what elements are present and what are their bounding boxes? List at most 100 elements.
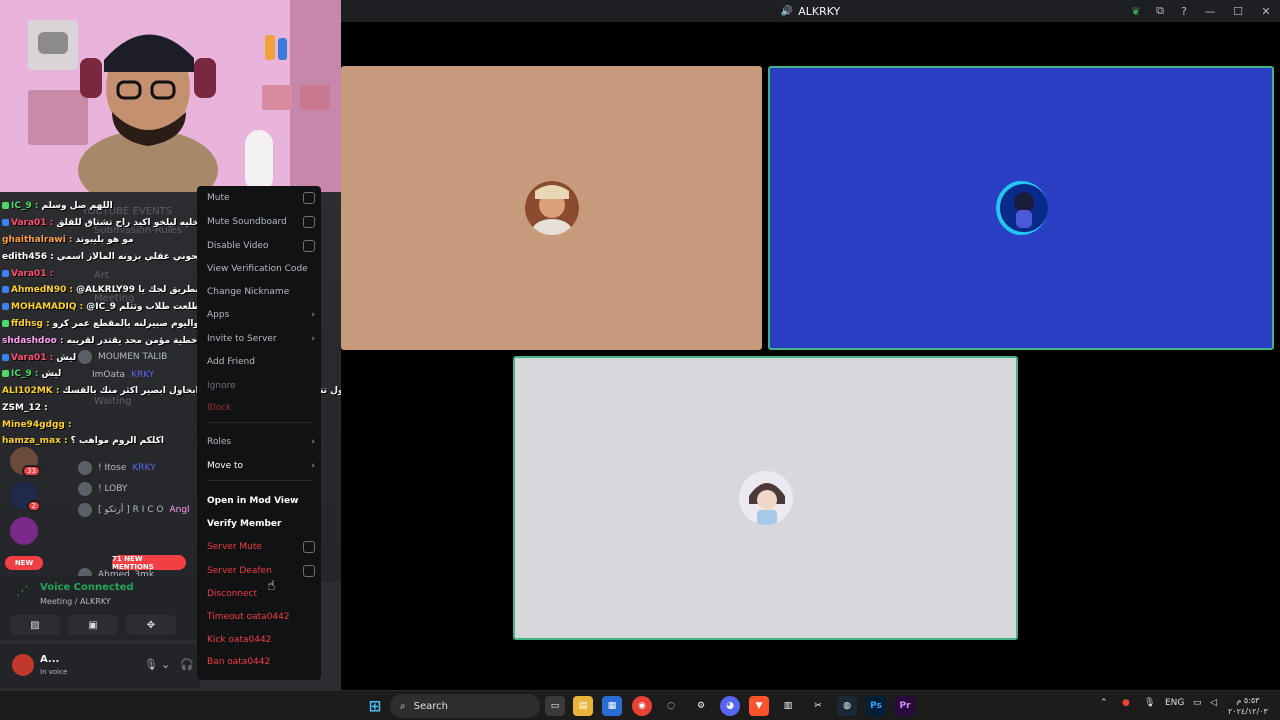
tray-chevron-up-icon[interactable]: ⌃: [1100, 698, 1108, 708]
menu-item-add-friend[interactable]: Add Friend: [207, 352, 315, 372]
tray-app-icon[interactable]: ●: [1122, 698, 1130, 708]
server-icon[interactable]: 33: [10, 447, 41, 477]
menu-item-server-mute[interactable]: Server Mute: [207, 537, 315, 557]
brave-icon[interactable]: ▼: [749, 696, 769, 716]
chat-line: ZSM_12 :: [2, 403, 48, 413]
menu-item-roles[interactable]: Roles ›: [207, 432, 315, 452]
participant-avatar: [738, 471, 793, 525]
github-icon[interactable]: ◌: [661, 696, 681, 716]
volume-icon[interactable]: ◁: [1210, 698, 1217, 708]
close-button[interactable]: ✕: [1252, 0, 1280, 22]
chat-line: Mine94gdgg :: [2, 420, 72, 430]
chat-line: shdashdoo : خطية مؤمن محد يقتدر لقريبه: [2, 336, 198, 346]
signal-icon[interactable]: ⋰: [16, 584, 29, 599]
voice-member[interactable]: ! LOBY: [78, 482, 127, 496]
channel-waiting[interactable]: Waiting: [94, 396, 132, 407]
taskbar-clock[interactable]: ٥:٥٣ م ٢٠٢٤/١٢/٠٣: [1228, 695, 1268, 717]
windows-start-icon[interactable]: ⊞: [365, 696, 385, 716]
voice-member[interactable]: ! Itose KRKY: [78, 461, 156, 475]
taskbar-search[interactable]: ⌕ Search: [390, 694, 540, 718]
mention-badge: 33: [22, 465, 41, 477]
language-indicator[interactable]: ENG: [1165, 698, 1184, 708]
chrome-icon[interactable]: ◉: [632, 696, 652, 716]
menu-divider: [207, 480, 311, 481]
new-pill[interactable]: NEW: [5, 556, 43, 570]
menu-item-ignore[interactable]: Ignore: [207, 376, 315, 396]
voice-member[interactable]: MOUMEN TALIB: [78, 350, 167, 364]
avatar: [78, 350, 92, 364]
menu-item-verify-member[interactable]: Verify Member: [207, 514, 315, 534]
chat-line: MOHAMADIQ : @IC_9 احا!! طلعت طلاب وتتلم: [2, 302, 224, 312]
screen-share-icon: ▣: [88, 619, 98, 631]
camera-off-button[interactable]: ▨: [10, 615, 60, 635]
voice-stage: [341, 22, 1280, 690]
activities-button[interactable]: ✥: [126, 615, 176, 635]
photoshop-icon[interactable]: Ps: [866, 696, 886, 716]
menu-item-disconnect[interactable]: Disconnect: [207, 584, 315, 604]
menu-item-server-deafen[interactable]: Server Deafen: [207, 561, 315, 581]
tray-microphone-icon[interactable]: 🎙: [1144, 698, 1155, 708]
screen-share-button[interactable]: ▣: [68, 615, 118, 635]
menu-item-change-nickname[interactable]: Change Nickname: [207, 282, 315, 302]
menu-item-timeout[interactable]: Timeout oata0442: [207, 607, 315, 627]
participant-tile-speaking[interactable]: [768, 66, 1274, 350]
user-avatar[interactable]: [12, 654, 34, 676]
menu-item-disable-video[interactable]: Disable Video: [207, 236, 315, 256]
menu-item-mute-soundboard[interactable]: Mute Soundboard: [207, 212, 315, 232]
menu-item-block[interactable]: Block: [207, 398, 315, 418]
user-panel: A... In voice 🎙 ⌄ 🎧: [0, 644, 200, 688]
headphones-icon[interactable]: 🎧: [180, 658, 194, 671]
file-explorer-icon[interactable]: ▤: [573, 696, 593, 716]
chat-line: ffdhsg : واليوم صبيرلنه بالمقطع عمر كرو: [2, 319, 199, 329]
network-icon[interactable]: ▭: [1193, 698, 1202, 708]
menu-item-view-verification-code[interactable]: View Verification Code: [207, 259, 315, 279]
voice-member[interactable]: [ أرتكو ] R I C O Angl: [78, 503, 190, 517]
chevron-right-icon: ›: [311, 334, 315, 344]
menu-item-open-in-mod-view[interactable]: Open in Mod View: [207, 491, 315, 511]
user-status: In voice: [40, 668, 68, 676]
help-icon[interactable]: ?: [1172, 0, 1196, 22]
minimize-button[interactable]: —: [1196, 0, 1224, 22]
screen: YOUTUBE EVENTS Submission-Rules Art Meet…: [0, 0, 1280, 720]
checkbox[interactable]: [303, 240, 315, 252]
maximize-button[interactable]: ☐: [1224, 0, 1252, 22]
server-icon[interactable]: 2: [10, 482, 41, 512]
username[interactable]: A...: [40, 654, 59, 665]
premiere-icon[interactable]: Pr: [895, 696, 915, 716]
avatar: [78, 482, 92, 496]
checkbox[interactable]: [303, 541, 315, 553]
menu-item-move-to[interactable]: Move to ›: [207, 456, 315, 476]
store-icon[interactable]: ▦: [602, 696, 622, 716]
discord-icon[interactable]: ◕: [720, 696, 740, 716]
task-view-icon[interactable]: ▭: [545, 696, 565, 716]
voice-member[interactable]: ImOata KRKY: [92, 370, 154, 380]
steam-icon[interactable]: ◍: [837, 696, 857, 716]
new-mentions-pill[interactable]: 71 NEW MENTIONS: [112, 555, 186, 571]
menu-item-kick[interactable]: Kick oata0442: [207, 630, 315, 650]
menu-item-invite-to-server[interactable]: Invite to Server ›: [207, 329, 315, 349]
checkbox[interactable]: [303, 192, 315, 204]
notepad-icon[interactable]: ▥: [778, 696, 798, 716]
menu-item-mute[interactable]: Mute: [207, 188, 315, 208]
chevron-right-icon: ›: [311, 461, 315, 471]
checkbox[interactable]: [303, 216, 315, 228]
server-icon[interactable]: [10, 517, 38, 545]
activities-icon: ✥: [146, 619, 156, 631]
participant-tile-speaking[interactable]: [513, 356, 1018, 640]
steam-helper-icon[interactable]: ⚙: [691, 696, 711, 716]
capcut-icon[interactable]: ✂: [808, 696, 828, 716]
voice-location[interactable]: Meeting / ALKRKY: [40, 597, 111, 606]
chat-line: Vara01 : ليش: [2, 353, 76, 363]
checkbox[interactable]: [303, 565, 315, 577]
nitro-leaf-icon[interactable]: ❦: [1124, 0, 1148, 22]
popout-icon[interactable]: ⧉: [1148, 0, 1172, 22]
participant-tile[interactable]: [341, 66, 762, 350]
menu-item-ban[interactable]: Ban oata0442: [207, 652, 315, 672]
channel-art[interactable]: Art: [94, 270, 109, 281]
participant-avatar: [524, 181, 579, 235]
menu-item-apps[interactable]: Apps ›: [207, 305, 315, 325]
chevron-down-icon[interactable]: ⌄: [161, 658, 170, 671]
search-icon: ⌕: [400, 700, 406, 712]
camera-off-icon: ▨: [30, 619, 40, 631]
microphone-icon[interactable]: 🎙: [144, 658, 158, 671]
